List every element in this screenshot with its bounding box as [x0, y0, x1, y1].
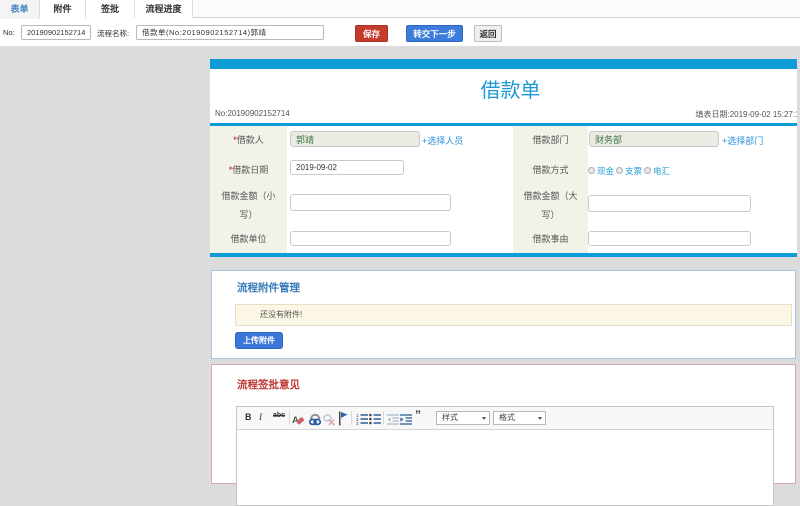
- svg-text:3: 3: [356, 421, 359, 425]
